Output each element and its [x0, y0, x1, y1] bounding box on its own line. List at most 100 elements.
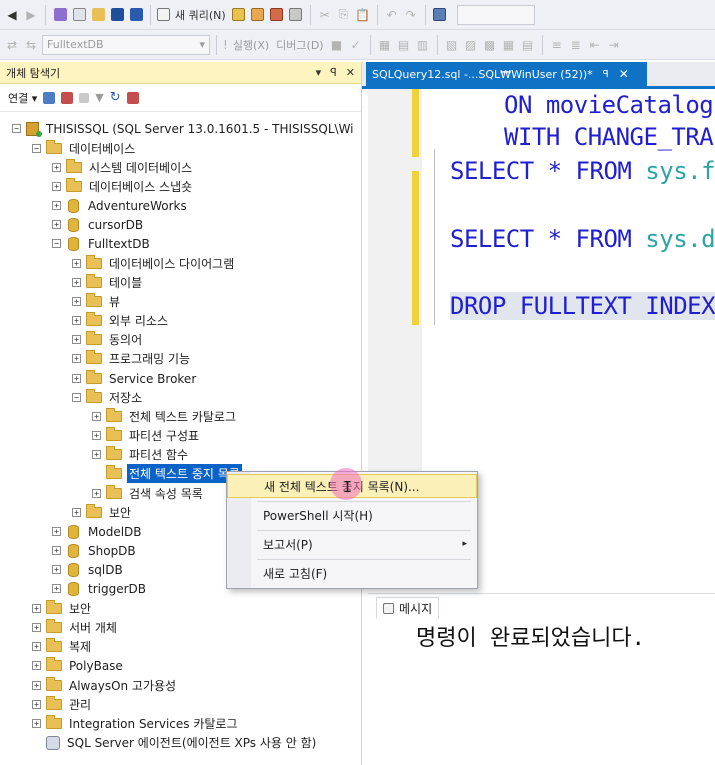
collapse-icon[interactable]: −	[12, 124, 21, 133]
activity-monitor-icon[interactable]	[126, 91, 139, 104]
save-icon[interactable]	[109, 4, 125, 26]
tree-node-database-snapshots[interactable]: + 데이터베이스 스냅숏	[52, 177, 194, 196]
menu-item-refresh[interactable]: 새로 고침(F)	[227, 561, 477, 585]
tree-node-synonyms[interactable]: + 동의어	[72, 330, 144, 349]
expand-icon[interactable]: +	[92, 412, 101, 421]
client-stats-icon[interactable]: ▨	[463, 34, 479, 56]
tree-node-integration-services[interactable]: + Integration Services 카탈로그	[32, 714, 240, 733]
expand-icon[interactable]: +	[52, 527, 61, 536]
stop-icon[interactable]	[79, 92, 90, 103]
tree-node-triggerdb[interactable]: + triggerDB	[52, 579, 148, 598]
expand-icon[interactable]: +	[92, 489, 101, 498]
tree-node-storage[interactable]: − 저장소	[72, 388, 144, 407]
expand-icon[interactable]: +	[52, 584, 61, 593]
tree-node-partition-functions[interactable]: + 파티션 함수	[92, 445, 190, 464]
connect-button[interactable]: 연결 ▾	[8, 90, 37, 106]
tree-node-alwayson[interactable]: + AlwaysOn 고가용성	[32, 676, 178, 695]
connect-icon[interactable]: ⇄	[4, 34, 20, 56]
tree-node-database-diagrams[interactable]: + 데이터베이스 다이어그램	[72, 254, 236, 273]
tab-sqlquery12[interactable]: SQLQuery12.sql -...SQL₩WinUser (52))* ꟼ …	[366, 62, 647, 86]
tree-node-views[interactable]: + 뷰	[72, 292, 122, 311]
redo-icon[interactable]: ↷	[403, 4, 419, 26]
new-file-icon[interactable]	[71, 4, 87, 26]
tree-node-sqldb[interactable]: + sqlDB	[52, 560, 125, 579]
tree-node-system-databases[interactable]: + 시스템 데이터베이스	[52, 158, 194, 177]
menu-item-start-powershell[interactable]: PowerShell 시작(H)	[227, 503, 477, 527]
expand-icon[interactable]: +	[72, 316, 81, 325]
expand-icon[interactable]: +	[52, 220, 61, 229]
open-icon[interactable]	[90, 4, 106, 26]
close-tab-icon[interactable]: ✕	[619, 67, 629, 81]
change-connection-icon[interactable]: ⇆	[23, 34, 39, 56]
cancel-query-icon[interactable]: ■	[329, 34, 345, 56]
back-icon[interactable]: ◀	[4, 4, 20, 26]
tree-node-service-broker[interactable]: + Service Broker	[72, 369, 198, 388]
tree-node-search-property-lists[interactable]: + 검색 속성 목록	[92, 484, 205, 503]
expand-icon[interactable]: +	[72, 374, 81, 383]
expand-icon[interactable]: +	[52, 163, 61, 172]
undo-icon[interactable]: ↶	[384, 4, 400, 26]
expand-icon[interactable]: +	[92, 450, 101, 459]
display-plan-icon[interactable]: ▦	[377, 34, 393, 56]
query-xmla-icon[interactable]	[269, 4, 285, 26]
execute-button[interactable]: ! 실행(X)	[223, 34, 271, 56]
expand-icon[interactable]: +	[32, 642, 41, 651]
activity-monitor-icon[interactable]	[432, 4, 448, 26]
filter-icon[interactable]: ▼	[95, 91, 103, 104]
available-databases-combo[interactable]: FulltextDB ▾	[42, 34, 210, 55]
tree-node-programmability[interactable]: + 프로그래밍 기능	[72, 349, 192, 368]
collapse-icon[interactable]: −	[72, 393, 81, 402]
expand-icon[interactable]: +	[72, 508, 81, 517]
connect-server-icon[interactable]	[43, 91, 56, 104]
query-mdx-icon[interactable]	[231, 4, 247, 26]
parse-icon[interactable]: ✓	[348, 34, 364, 56]
expand-icon[interactable]: +	[52, 565, 61, 574]
expand-icon[interactable]: +	[72, 259, 81, 268]
outdent-icon[interactable]: ⇤	[587, 34, 603, 56]
expand-icon[interactable]: +	[72, 354, 81, 363]
tree-node-server-objects[interactable]: + 서버 개체	[32, 618, 119, 637]
tree-node-shopdb[interactable]: + ShopDB	[52, 541, 138, 560]
tree-node-fulltext-stoplists[interactable]: 전체 텍스트 중지 목록	[92, 463, 243, 484]
tree-node-db-security[interactable]: + 보안	[72, 503, 133, 522]
search-combo[interactable]	[456, 4, 535, 25]
query-dmx-icon[interactable]	[250, 4, 266, 26]
expand-icon[interactable]: +	[32, 623, 41, 632]
results-to-grid-icon[interactable]: ▦	[501, 34, 517, 56]
new-query-button[interactable]: 새 쿼리(N)	[157, 4, 228, 26]
query-dax-icon[interactable]	[288, 4, 304, 26]
expand-icon[interactable]: +	[32, 661, 41, 670]
include-plan-icon[interactable]: ▧	[444, 34, 460, 56]
expand-icon[interactable]: +	[32, 681, 41, 690]
tree-node-tables[interactable]: + 테이블	[72, 273, 144, 292]
expand-icon[interactable]: +	[32, 700, 41, 709]
expand-icon[interactable]: +	[32, 719, 41, 728]
save-all-icon[interactable]	[128, 4, 144, 26]
tree-node-external-resources[interactable]: + 외부 리소스	[72, 311, 170, 330]
tree-node-server[interactable]: − THISISSQL (SQL Server 13.0.1601.5 - TH…	[12, 119, 356, 138]
tree-node-modeldb[interactable]: + ModelDB	[52, 522, 144, 541]
tree-node-fulltextdb[interactable]: − FulltextDB	[52, 234, 152, 253]
copy-icon[interactable]: ⎘	[336, 4, 352, 26]
menu-item-reports[interactable]: 보고서(P) ▸	[227, 532, 477, 556]
forward-icon[interactable]: ▶	[23, 4, 39, 26]
expand-icon[interactable]: +	[52, 182, 61, 191]
expand-icon[interactable]: +	[72, 278, 81, 287]
tree-node-sql-server-agent[interactable]: SQL Server 에이전트(에이전트 XPs 사용 안 함)	[32, 733, 318, 752]
tab-messages[interactable]: 메시지	[376, 597, 440, 619]
new-project-icon[interactable]	[52, 4, 68, 26]
pin-icon[interactable]: ꟼ	[330, 66, 337, 79]
disconnect-icon[interactable]	[61, 91, 74, 104]
collapse-icon[interactable]: −	[32, 144, 41, 153]
indent-icon[interactable]: ⇥	[606, 34, 622, 56]
tree-node-partition-schemes[interactable]: + 파티션 구성표	[92, 426, 201, 445]
query-options-icon[interactable]: ▤	[396, 34, 412, 56]
cut-icon[interactable]: ✂	[317, 4, 333, 26]
intellisense-icon[interactable]: ▥	[415, 34, 431, 56]
expand-icon[interactable]: +	[52, 546, 61, 555]
comment-icon[interactable]: ≡	[549, 34, 565, 56]
pin-icon[interactable]: ꟼ	[603, 69, 609, 80]
expand-icon[interactable]: +	[52, 201, 61, 210]
tree-node-adventureworks[interactable]: + AdventureWorks	[52, 196, 189, 215]
results-to-file-icon[interactable]: ▤	[520, 34, 536, 56]
